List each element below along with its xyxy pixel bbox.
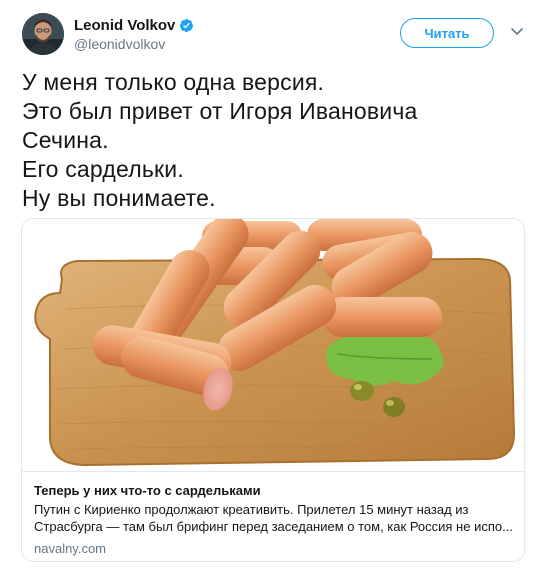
tweet-text-line: Сечина. <box>22 127 109 153</box>
author-display-name[interactable]: Leonid Volkov <box>74 17 175 34</box>
tweet-text-line: Это был привет от Игоря Ивановича <box>22 98 418 124</box>
card-image[interactable] <box>22 219 524 471</box>
verified-badge-icon <box>179 18 194 33</box>
card-description-line: Путин с Кириенко продолжают креативить. … <box>34 502 469 517</box>
card-description-line: Страсбурга — там был брифинг перед засед… <box>34 519 512 534</box>
author-names: Leonid Volkov @leonidvolkov <box>74 15 194 52</box>
card-description: Путин с Кириенко продолжают креативить. … <box>34 501 512 535</box>
link-preview-card[interactable]: Теперь у них что-то с сардельками Путин … <box>21 218 525 562</box>
tweet-text-line: У меня только одна версия. <box>22 69 325 95</box>
tweet-text-line: Ну вы понимаете. <box>22 185 216 211</box>
person-avatar-icon <box>22 13 64 55</box>
display-name-row: Leonid Volkov <box>74 15 194 35</box>
chevron-down-icon[interactable] <box>510 24 524 38</box>
follow-button[interactable]: Читать <box>400 18 494 48</box>
card-title: Теперь у них что-то с сардельками <box>34 483 261 498</box>
sausages-on-board-image <box>22 219 524 471</box>
author-avatar[interactable] <box>22 13 64 55</box>
card-domain: navalny.com <box>34 541 107 556</box>
tweet-text: У меня только одна версия. Это был приве… <box>22 68 522 213</box>
card-body[interactable]: Теперь у них что-то с сардельками Путин … <box>22 471 524 561</box>
author-handle[interactable]: @leonidvolkov <box>74 36 194 52</box>
tweet-text-line: Его сардельки. <box>22 156 184 182</box>
tweet-header: Leonid Volkov @leonidvolkov Читать <box>22 13 527 55</box>
